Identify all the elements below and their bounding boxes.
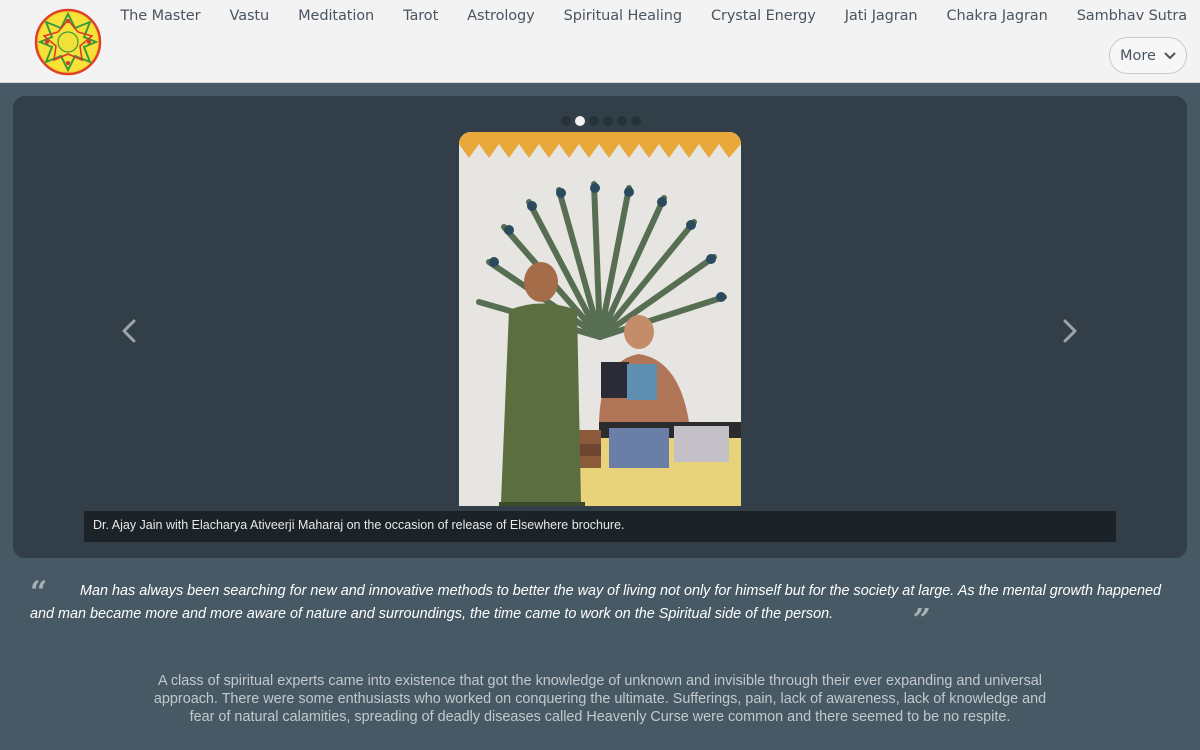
carousel-indicator-2[interactable] [575, 116, 585, 126]
carousel-indicators [561, 116, 641, 126]
intro-paragraph: A class of spiritual experts came into e… [153, 673, 1047, 725]
chevron-right-icon [1063, 319, 1077, 343]
slide-caption: Dr. Ajay Jain with Elacharya Ativeerji M… [84, 511, 1116, 542]
main-nav: The Master Vastu Meditation Tarot Astrol… [106, 8, 1187, 24]
nav-item-meditation[interactable]: Meditation [284, 8, 389, 24]
site-header: The Master Vastu Meditation Tarot Astrol… [0, 0, 1200, 83]
nav-item-crystal-energy[interactable]: Crystal Energy [696, 8, 830, 24]
chevron-left-icon [122, 319, 136, 343]
nav-item-tarot[interactable]: Tarot [389, 8, 453, 24]
nav-item-vastu[interactable]: Vastu [215, 8, 284, 24]
nav-item-astrology[interactable]: Astrology [453, 8, 549, 24]
nav-item-jati-jagran[interactable]: Jati Jagran [830, 8, 932, 24]
more-dropdown-button[interactable]: More [1109, 37, 1187, 74]
carousel-indicator-4[interactable] [603, 116, 613, 126]
carousel-prev-button[interactable] [119, 318, 139, 344]
intro-quote: Man has always been searching for new an… [30, 580, 1170, 638]
slide-photo [459, 132, 741, 506]
chevron-down-icon [1164, 52, 1176, 59]
carousel-indicator-3[interactable] [589, 116, 599, 126]
nav-item-spiritual-healing[interactable]: Spiritual Healing [549, 8, 696, 24]
quote-text: Man has always been searching for new an… [30, 583, 1161, 622]
nav-item-chakra-jagran[interactable]: Chakra Jagran [932, 8, 1062, 24]
more-label: More [1120, 47, 1156, 64]
quote-close-mark: ” [913, 603, 931, 638]
carousel-indicator-1[interactable] [561, 116, 571, 126]
image-carousel: Dr. Ajay Jain with Elacharya Ativeerji M… [13, 96, 1187, 558]
nav-item-the-master[interactable]: The Master [106, 8, 215, 24]
carousel-indicator-6[interactable] [631, 116, 641, 126]
carousel-indicator-5[interactable] [617, 116, 627, 126]
nav-item-sambhav-sutra[interactable]: Sambhav Sutra [1062, 8, 1187, 24]
carousel-next-button[interactable] [1060, 318, 1080, 344]
star-logo-icon[interactable] [34, 8, 102, 76]
